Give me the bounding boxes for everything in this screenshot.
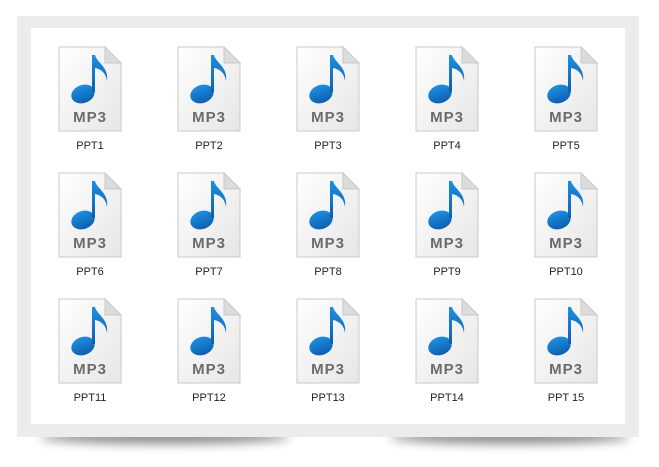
file-item-2[interactable]: MP3 PPT2 xyxy=(159,45,259,165)
file-type-text: MP3 xyxy=(549,109,583,126)
file-name-label: PPT10 xyxy=(549,266,583,278)
file-name-label: PPT 15 xyxy=(547,392,585,404)
file-item-4[interactable]: MP3 PPT4 xyxy=(397,45,497,165)
file-type-text: MP3 xyxy=(192,361,226,378)
file-type-text: MP3 xyxy=(430,109,464,126)
file-type-text: MP3 xyxy=(430,235,464,252)
file-item-7[interactable]: MP3 PPT7 xyxy=(159,171,259,291)
file-item-12[interactable]: MP3 PPT12 xyxy=(159,297,259,417)
file-type-text: MP3 xyxy=(73,109,107,126)
file-name-label: PPT9 xyxy=(433,266,461,278)
mp3-file-icon: MP3 xyxy=(534,45,599,132)
mp3-file-icon: MP3 xyxy=(177,45,242,132)
mp3-file-icon: MP3 xyxy=(296,171,361,258)
file-type-text: MP3 xyxy=(311,361,345,378)
mp3-file-icon: MP3 xyxy=(415,45,480,132)
file-name-label: PPT11 xyxy=(73,392,107,404)
file-item-1[interactable]: MP3 PPT1 xyxy=(40,45,140,165)
file-name-label: PPT1 xyxy=(76,140,104,152)
file-type-text: MP3 xyxy=(549,235,583,252)
file-item-5[interactable]: MP3 PPT5 xyxy=(516,45,616,165)
file-name-label: PPT3 xyxy=(314,140,342,152)
file-type-text: MP3 xyxy=(192,109,226,126)
file-item-15[interactable]: MP3 PPT 15 xyxy=(516,297,616,417)
file-name-label: PPT13 xyxy=(311,392,345,404)
file-type-text: MP3 xyxy=(192,235,226,252)
file-name-label: PPT4 xyxy=(433,140,461,152)
mp3-file-icon: MP3 xyxy=(534,297,599,384)
file-item-10[interactable]: MP3 PPT10 xyxy=(516,171,616,291)
file-type-text: MP3 xyxy=(73,361,107,378)
mp3-file-icon: MP3 xyxy=(296,297,361,384)
file-item-3[interactable]: MP3 PPT3 xyxy=(278,45,378,165)
file-name-label: PPT5 xyxy=(552,140,580,152)
file-item-13[interactable]: MP3 PPT13 xyxy=(278,297,378,417)
file-name-label: PPT2 xyxy=(195,140,223,152)
window-frame: MP3 PPT1 MP3 PPT2 MP3 PPT3 MP3 PPT4 MP3 … xyxy=(17,16,639,437)
file-item-6[interactable]: MP3 PPT6 xyxy=(40,171,140,291)
file-name-label: PPT14 xyxy=(430,392,464,404)
file-name-label: PPT12 xyxy=(192,392,226,404)
file-item-8[interactable]: MP3 PPT8 xyxy=(278,171,378,291)
file-name-label: PPT8 xyxy=(314,266,342,278)
mp3-file-icon: MP3 xyxy=(58,171,123,258)
mp3-file-icon: MP3 xyxy=(534,171,599,258)
mp3-file-icon: MP3 xyxy=(296,45,361,132)
file-type-text: MP3 xyxy=(549,361,583,378)
file-type-text: MP3 xyxy=(311,109,345,126)
mp3-file-icon: MP3 xyxy=(177,297,242,384)
file-type-text: MP3 xyxy=(311,235,345,252)
file-grid: MP3 PPT1 MP3 PPT2 MP3 PPT3 MP3 PPT4 MP3 … xyxy=(31,28,625,424)
mp3-file-icon: MP3 xyxy=(58,297,123,384)
file-type-text: MP3 xyxy=(73,235,107,252)
file-name-label: PPT7 xyxy=(195,266,223,278)
mp3-file-icon: MP3 xyxy=(58,45,123,132)
mp3-file-icon: MP3 xyxy=(177,171,242,258)
screenshot-stage: MP3 PPT1 MP3 PPT2 MP3 PPT3 MP3 PPT4 MP3 … xyxy=(0,0,659,467)
file-browser-panel: MP3 PPT1 MP3 PPT2 MP3 PPT3 MP3 PPT4 MP3 … xyxy=(31,28,625,424)
file-item-14[interactable]: MP3 PPT14 xyxy=(397,297,497,417)
file-name-label: PPT6 xyxy=(76,266,104,278)
file-item-9[interactable]: MP3 PPT9 xyxy=(397,171,497,291)
mp3-file-icon: MP3 xyxy=(415,171,480,258)
file-type-text: MP3 xyxy=(430,361,464,378)
file-item-11[interactable]: MP3 PPT11 xyxy=(40,297,140,417)
mp3-file-icon: MP3 xyxy=(415,297,480,384)
